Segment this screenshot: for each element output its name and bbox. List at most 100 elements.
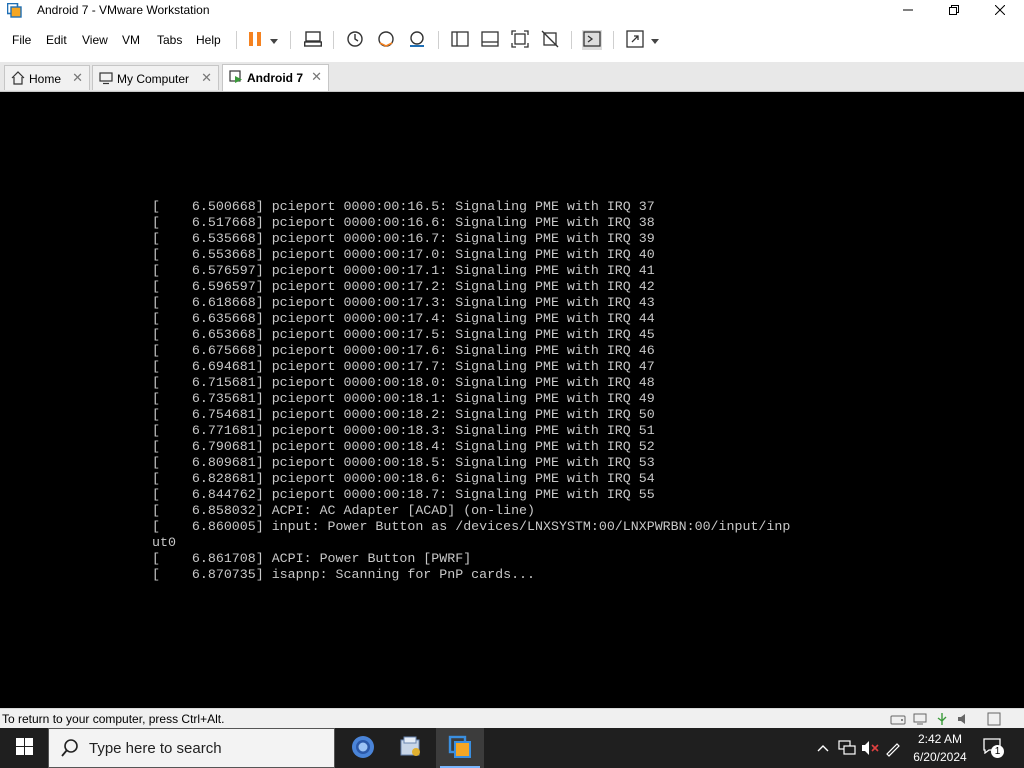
log-line: [ 6.860005] input: Power Button as /devi…: [152, 519, 791, 534]
notification-center-button[interactable]: 1: [983, 738, 1007, 760]
fullscreen-button[interactable]: [625, 29, 645, 50]
toolbar-separator: [613, 31, 614, 49]
menu-view[interactable]: View: [82, 33, 108, 47]
log-line: ut0: [152, 535, 176, 550]
pause-button[interactable]: [244, 30, 266, 50]
restore-icon: [949, 4, 959, 18]
start-button[interactable]: [0, 728, 48, 768]
log-line: [ 6.618668] pcieport 0000:00:17.3: Signa…: [152, 295, 655, 310]
close-button[interactable]: [977, 0, 1023, 21]
snapshot-icon: [346, 30, 364, 51]
snapshot-manager-button[interactable]: [407, 30, 427, 50]
menu-edit[interactable]: Edit: [46, 33, 67, 47]
volume-muted-icon[interactable]: [861, 739, 879, 757]
network-icon[interactable]: [838, 739, 856, 757]
clock-time[interactable]: 2:42 AM: [916, 732, 964, 746]
window-title: Android 7 - VMware Workstation: [37, 3, 210, 17]
pen-workspace-icon[interactable]: [884, 739, 902, 757]
close-icon[interactable]: ✕: [311, 69, 322, 85]
log-line: [ 6.870735] isapnp: Scanning for PnP car…: [152, 567, 536, 582]
menu-tabs[interactable]: Tabs: [157, 33, 182, 47]
unity-button[interactable]: [540, 30, 560, 50]
taskbar: Type here to search 2:42 AM 6/20/2024 1: [0, 728, 1024, 768]
snapshot-manager-icon: [408, 30, 426, 51]
revert-snapshot-button[interactable]: [376, 30, 396, 50]
console-view-icon: [583, 30, 601, 50]
tab-my-computer[interactable]: My Computer ✕: [92, 65, 219, 90]
chevron-down-icon: [651, 33, 659, 47]
taskbar-app-file-explorer[interactable]: [387, 728, 435, 768]
taskbar-search-box[interactable]: Type here to search: [48, 728, 335, 768]
hard-disk-icon[interactable]: [890, 712, 906, 726]
minimize-icon: [903, 4, 913, 18]
taskbar-app-vmware[interactable]: [436, 728, 484, 768]
fullscreen-dropdown-button[interactable]: [648, 30, 662, 50]
send-ctrl-alt-del-button[interactable]: [303, 30, 323, 50]
unity-icon: [541, 30, 559, 51]
log-line: [ 6.500668] pcieport 0000:00:16.5: Signa…: [152, 199, 655, 214]
tab-home[interactable]: Home ✕: [4, 65, 90, 90]
show-hidden-icons-icon[interactable]: [814, 739, 832, 757]
log-line: [ 6.635668] pcieport 0000:00:17.4: Signa…: [152, 311, 655, 326]
log-line: [ 6.694681] pcieport 0000:00:17.7: Signa…: [152, 359, 655, 374]
log-line: [ 6.790681] pcieport 0000:00:18.4: Signa…: [152, 439, 655, 454]
status-message: To return to your computer, press Ctrl+A…: [2, 712, 225, 726]
menu-bar: File Edit View VM Tabs Help: [0, 26, 1024, 54]
file-explorer-icon: [399, 735, 423, 762]
toolbar-separator: [333, 31, 334, 49]
log-line: [ 6.653668] pcieport 0000:00:17.5: Signa…: [152, 327, 655, 342]
restore-button[interactable]: [931, 0, 977, 21]
notification-count-badge: 1: [991, 745, 1004, 758]
tab-label: Home: [29, 72, 62, 86]
minimize-button[interactable]: [885, 0, 931, 21]
show-library-icon: [451, 30, 469, 50]
toolbar-separator: [290, 31, 291, 49]
sound-card-icon[interactable]: [956, 712, 972, 726]
log-line: [ 6.715681] pcieport 0000:00:18.0: Signa…: [152, 375, 655, 390]
power-dropdown-button[interactable]: [267, 30, 281, 50]
menu-help[interactable]: Help: [196, 33, 221, 47]
close-icon[interactable]: ✕: [201, 70, 212, 86]
windows-logo-icon: [15, 738, 33, 758]
log-line: [ 6.754681] pcieport 0000:00:18.2: Signa…: [152, 407, 655, 422]
log-line: [ 6.828681] pcieport 0000:00:18.6: Signa…: [152, 471, 655, 486]
taskbar-app-chrome[interactable]: [339, 728, 387, 768]
console-view-button[interactable]: [582, 30, 602, 50]
fit-guest-button[interactable]: [510, 29, 530, 51]
status-bar: To return to your computer, press Ctrl+A…: [0, 708, 1024, 729]
chevron-down-icon: [270, 33, 278, 47]
thumbnail-bar-icon: [481, 30, 499, 50]
close-icon[interactable]: ✕: [72, 70, 83, 86]
tab-strip: Home ✕ My Computer ✕ Android 7 ✕: [0, 62, 1024, 92]
log-line: [ 6.553668] pcieport 0000:00:17.0: Signa…: [152, 247, 655, 262]
show-library-button[interactable]: [450, 30, 470, 50]
log-line: [ 6.844762] pcieport 0000:00:18.7: Signa…: [152, 487, 655, 502]
pause-icon: [248, 31, 262, 50]
revert-snapshot-icon: [377, 30, 395, 51]
menu-vm[interactable]: VM: [122, 33, 140, 47]
log-line: [ 6.771681] pcieport 0000:00:18.3: Signa…: [152, 423, 655, 438]
vm-console[interactable]: [ 6.500668] pcieport 0000:00:16.5: Signa…: [0, 92, 1024, 708]
close-icon: [994, 4, 1006, 18]
menu-file[interactable]: File: [12, 33, 31, 47]
clock-date[interactable]: 6/20/2024: [906, 750, 974, 764]
title-bar: Android 7 - VMware Workstation: [0, 0, 1024, 21]
vmware-app-icon: [6, 2, 22, 18]
log-line: [ 6.861708] ACPI: Power Button [PWRF]: [152, 551, 472, 566]
boot-log: [ 6.500668] pcieport 0000:00:16.5: Signa…: [152, 199, 790, 583]
fit-guest-icon: [511, 29, 529, 51]
log-line: [ 6.596597] pcieport 0000:00:17.2: Signa…: [152, 279, 655, 294]
network-adapter-icon[interactable]: [912, 712, 928, 726]
search-icon: [61, 739, 79, 760]
log-line: [ 6.858032] ACPI: AC Adapter [ACAD] (on-…: [152, 503, 536, 518]
thumbnail-bar-button[interactable]: [480, 30, 500, 50]
message-log-icon[interactable]: [986, 712, 1002, 726]
take-snapshot-button[interactable]: [345, 30, 365, 50]
toolbar-separator: [236, 31, 237, 49]
log-line: [ 6.517668] pcieport 0000:00:16.6: Signa…: [152, 215, 655, 230]
log-line: [ 6.735681] pcieport 0000:00:18.1: Signa…: [152, 391, 655, 406]
log-line: [ 6.535668] pcieport 0000:00:16.7: Signa…: [152, 231, 655, 246]
tab-android-7[interactable]: Android 7 ✕: [222, 64, 329, 91]
usb-icon[interactable]: [934, 712, 950, 726]
home-icon: [11, 71, 25, 85]
